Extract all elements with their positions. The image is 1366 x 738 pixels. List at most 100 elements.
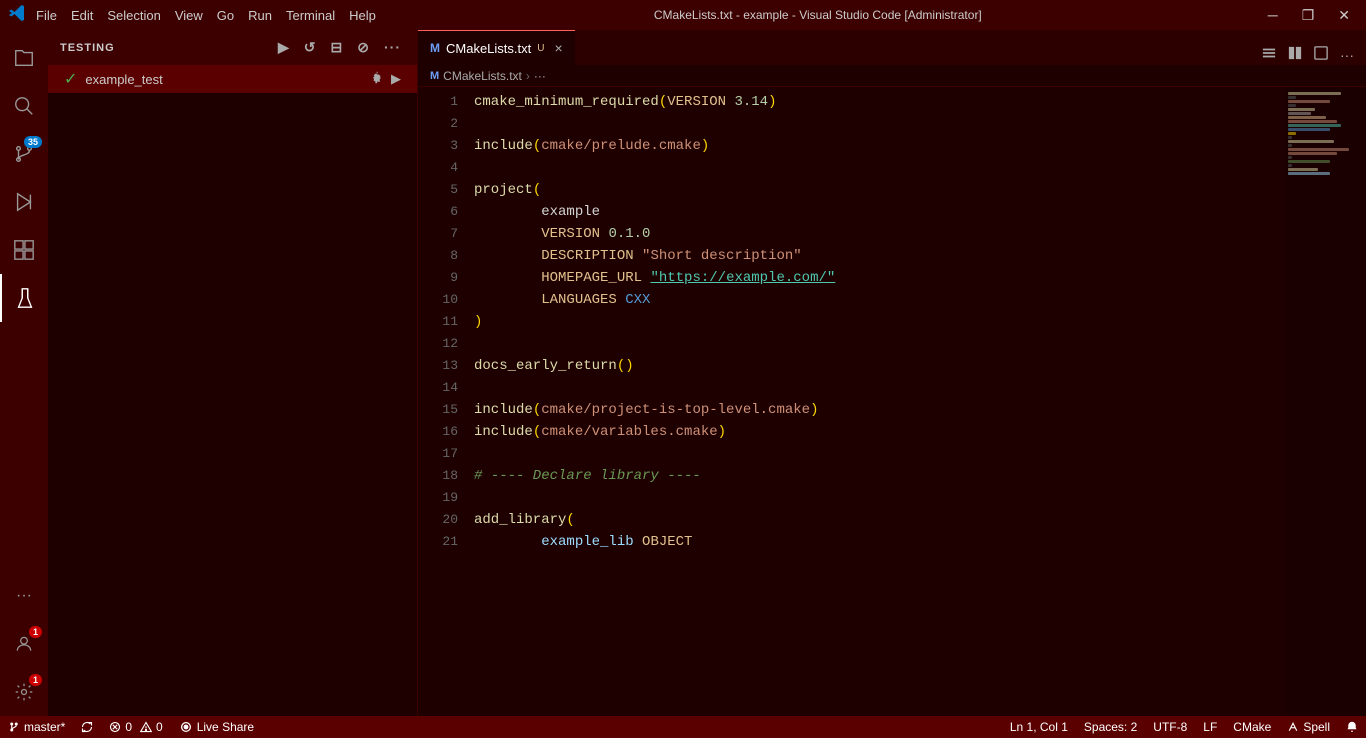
status-bar: master* 0 0 Live Share Ln 1, Col 1 Space… [0,716,1366,738]
vscode-logo-icon [8,4,26,27]
code-line-18: # ---- Declare library ---- [466,465,1286,487]
code-line-7: VERSION 0.1.0 [466,223,1286,245]
menu-go[interactable]: Go [217,8,234,23]
code-line-20: add_library( [466,509,1286,531]
tab-cmakelists[interactable]: M CMakeLists.txt U × [418,30,575,65]
collapse-all-button[interactable]: ⊟ [327,37,348,58]
cursor-position-label: Ln 1, Col 1 [1010,720,1068,734]
code-line-5: project( [466,179,1286,201]
code-line-12 [466,333,1286,355]
code-line-15: include(cmake/project-is-top-level.cmake… [466,399,1286,421]
code-line-1: cmake_minimum_required(VERSION 3.14) [466,91,1286,113]
errors-item[interactable]: 0 0 [101,716,170,738]
code-line-3: include(cmake/prelude.cmake) [466,135,1286,157]
spell-item[interactable]: Spell [1279,716,1338,738]
sidebar-item-account[interactable]: 1 [0,620,48,668]
breadcrumb-file-icon: M [430,70,439,82]
filter-button[interactable]: ⊘ [353,37,374,58]
run-all-tests-button[interactable]: ▶ [274,37,294,58]
line-numbers: 12345 678910 1112131415 1617181920 21 [418,87,466,716]
more-actions-button[interactable]: ··· [380,37,405,58]
line-ending-item[interactable]: LF [1195,716,1225,738]
sidebar-item-search[interactable] [0,82,48,130]
sidebar-item-more[interactable]: ··· [0,572,48,620]
tab-modified-indicator: U [537,43,544,54]
maximize-button[interactable]: ❐ [1294,5,1323,26]
indentation-item[interactable]: Spaces: 2 [1076,716,1145,738]
tab-label: CMakeLists.txt [446,41,531,56]
menu-view[interactable]: View [175,8,203,23]
breadcrumb-filename[interactable]: CMakeLists.txt [443,69,522,83]
warnings-count: 0 [156,720,163,734]
code-line-9: HOMEPAGE_URL "https://example.com/" [466,267,1286,289]
code-line-13: docs_early_return() [466,355,1286,377]
code-line-8: DESCRIPTION "Short description" [466,245,1286,267]
title-bar: File Edit Selection View Go Run Terminal… [0,0,1366,30]
spell-label: Spell [1303,720,1330,734]
menu-terminal[interactable]: Terminal [286,8,335,23]
indentation-label: Spaces: 2 [1084,720,1137,734]
sidebar-item-source-control[interactable]: 35 [0,130,48,178]
breadcrumb-more[interactable]: ··· [534,69,546,83]
code-line-16: include(cmake/variables.cmake) [466,421,1286,443]
testing-panel: TESTING ▶ ↺ ⊟ ⊘ ··· ✓ example_test ▶ [48,30,418,716]
sidebar-header: TESTING ▶ ↺ ⊟ ⊘ ··· [48,30,417,65]
code-line-10: LANGUAGES CXX [466,289,1286,311]
encoding-item[interactable]: UTF-8 [1145,716,1195,738]
cursor-position-item[interactable]: Ln 1, Col 1 [1002,716,1076,738]
menu-file[interactable]: File [36,8,57,23]
test-status-icon: ✓ [64,69,77,89]
code-line-11: ) [466,311,1286,333]
git-branch-label: master* [24,720,65,734]
more-editor-actions-button[interactable]: ··· [1336,45,1358,65]
menu-selection[interactable]: Selection [107,8,160,23]
sidebar-item-testing[interactable] [0,274,48,322]
code-line-2 [466,113,1286,135]
language-item[interactable]: CMake [1225,716,1279,738]
code-line-21: example_lib OBJECT [466,531,1286,553]
code-line-17 [466,443,1286,465]
encoding-label: UTF-8 [1153,720,1187,734]
window-title: CMakeLists.txt - example - Visual Studio… [376,8,1260,22]
test-item-label: example_test [85,72,162,87]
refresh-tests-button[interactable]: ↺ [300,37,321,58]
tab-close-button[interactable]: × [554,40,562,56]
sidebar-item-run-debug[interactable] [0,178,48,226]
code-line-4 [466,157,1286,179]
editor-area: M CMakeLists.txt U × ··· M CMake [418,30,1366,716]
settings-badge: 1 [29,674,42,686]
source-control-badge: 35 [24,136,42,148]
sidebar-item-settings[interactable]: 1 [0,668,48,716]
split-editor-button[interactable] [1284,44,1306,65]
minimize-button[interactable]: ─ [1260,5,1286,26]
breadcrumb-separator: › [526,69,530,83]
close-button[interactable]: ✕ [1330,5,1358,26]
sidebar-item-extensions[interactable] [0,226,48,274]
menu-edit[interactable]: Edit [71,8,93,23]
live-share-item[interactable]: Live Share [171,716,262,738]
sidebar-item-explorer[interactable] [0,34,48,82]
sync-item[interactable] [73,716,101,738]
activity-bar: 35 ··· 1 [0,30,48,716]
debug-test-button[interactable] [371,71,385,88]
code-line-14 [466,377,1286,399]
run-test-button[interactable]: ▶ [391,71,401,88]
account-badge: 1 [29,626,42,638]
language-label: CMake [1233,720,1271,734]
test-item-example[interactable]: ✓ example_test ▶ [48,65,417,93]
errors-count: 0 [125,720,132,734]
live-share-label: Live Share [197,720,254,734]
editor-layout-button[interactable] [1310,44,1332,65]
minimap [1286,87,1366,716]
notifications-item[interactable] [1338,716,1366,738]
layout-icon[interactable] [1258,44,1280,65]
menu-help[interactable]: Help [349,8,376,23]
code-text[interactable]: cmake_minimum_required(VERSION 3.14) inc… [466,87,1286,716]
tab-file-icon: M [430,41,440,55]
sidebar-title: TESTING [60,42,274,54]
line-ending-label: LF [1203,720,1217,734]
code-editor[interactable]: 12345 678910 1112131415 1617181920 21 cm… [418,87,1366,716]
menu-run[interactable]: Run [248,8,272,23]
git-branch-item[interactable]: master* [0,716,73,738]
code-line-6: example [466,201,1286,223]
